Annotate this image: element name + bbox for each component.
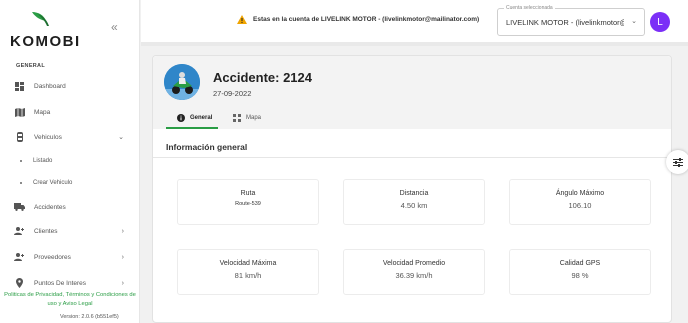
- top-bar-divider: [141, 42, 688, 46]
- accident-date: 27-09-2022: [213, 89, 252, 98]
- sidebar-item-label: Clientes: [34, 227, 58, 235]
- sidebar-item-label: Accidentes: [34, 203, 66, 211]
- sidebar-item-label: Mapa: [34, 108, 51, 116]
- section-divider: [153, 157, 671, 158]
- account-select-value: LIVELINK MOTOR - (livelinkmotor@mailinat…: [506, 18, 624, 27]
- settings-sliders-button[interactable]: [666, 150, 688, 174]
- stat-label: Velocidad Promedio: [382, 260, 446, 267]
- bullet-icon: [20, 182, 22, 184]
- sidebar-subitem-label: Listado: [33, 158, 53, 164]
- account-warning: Estas en la cuenta de LIVELINK MOTOR - (…: [237, 15, 479, 24]
- stat-value: 106.10: [568, 201, 592, 210]
- sidebar-subitem-listado[interactable]: Listado: [20, 155, 52, 167]
- sidebar-item-label: Vehiculos: [34, 133, 62, 141]
- stat-label: Ruta: [240, 190, 256, 197]
- stat-value: Route-539: [235, 201, 261, 207]
- pin-icon: [14, 278, 25, 288]
- stat-distancia: Distancia 4.50 km: [343, 179, 485, 225]
- info-icon: [177, 114, 185, 122]
- vehicle-image: [164, 64, 200, 100]
- tab-label: General: [190, 115, 213, 121]
- dashboard-icon: [14, 81, 25, 91]
- sidebar: KOMOBI « GENERAL Dashboard Mapa Vehiculo…: [0, 0, 140, 323]
- app-version: Version: 2.0.6 (b551ef5): [60, 314, 119, 320]
- account-select[interactable]: Cuenta seleccionada LIVELINK MOTOR - (li…: [497, 5, 645, 36]
- truck-icon: [14, 203, 25, 212]
- stat-value: 98 %: [571, 271, 589, 280]
- sidebar-section-label: GENERAL: [16, 63, 45, 69]
- stat-label: Velocidad Máxima: [219, 260, 277, 267]
- sidebar-item-label: Dashboard: [34, 82, 66, 90]
- people-icon: [14, 227, 25, 236]
- map-alt-icon: [233, 114, 241, 122]
- sidebar-item-puntos-de-interes[interactable]: Puntos De Interes ›: [14, 276, 130, 290]
- sidebar-item-proveedores[interactable]: Proveedores ›: [14, 250, 130, 264]
- stat-velocidad-promedio: Velocidad Promedio 36.39 km/h: [343, 249, 485, 295]
- brand-name: KOMOBI: [10, 33, 81, 50]
- people-icon: [14, 253, 25, 262]
- stat-label: Ángulo Máximo: [555, 190, 605, 197]
- stat-value: 4.50 km: [400, 201, 428, 210]
- tab-mapa[interactable]: Mapa: [233, 110, 261, 126]
- collapse-sidebar-icon[interactable]: «: [111, 20, 118, 34]
- tab-label: Mapa: [246, 115, 262, 121]
- sidebar-subitem-label: Crear Vehiculo: [33, 180, 73, 186]
- komobi-leaf-icon: [32, 12, 49, 26]
- section-title: Información general: [166, 142, 248, 152]
- top-bar: Estas en la cuenta de LIVELINK MOTOR - (…: [141, 0, 688, 42]
- sidebar-item-accidentes[interactable]: Accidentes: [14, 200, 130, 214]
- legal-links[interactable]: Politicas de Privacidad, Términos y Cond…: [0, 291, 140, 309]
- warning-icon: [237, 15, 247, 24]
- sidebar-subitem-crear-vehiculo[interactable]: Crear Vehiculo: [20, 177, 72, 189]
- vehicle-icon: [14, 132, 25, 142]
- komobi-logo[interactable]: KOMOBI: [6, 6, 79, 50]
- sidebar-item-label: Puntos De Interes: [34, 279, 87, 287]
- chevron-down-icon: ⌄: [631, 18, 637, 25]
- avatar[interactable]: L: [650, 12, 670, 32]
- sliders-icon: [673, 157, 683, 167]
- bullet-icon: [20, 160, 22, 162]
- page-title: Accidente: 2124: [213, 70, 312, 85]
- stat-velocidad-maxima: Velocidad Máxima 81 km/h: [177, 249, 319, 295]
- stat-label: Calidad GPS: [559, 260, 601, 267]
- stat-value: 36.39 km/h: [395, 271, 433, 280]
- stat-angulo-maximo: Ángulo Máximo 106.10: [509, 179, 651, 225]
- active-tab-indicator: [166, 127, 218, 129]
- sidebar-item-mapa[interactable]: Mapa: [14, 105, 130, 119]
- accident-card: Accidente: 2124 27-09-2022 General Mapa …: [152, 55, 672, 323]
- chevron-down-icon: ⌄: [118, 134, 124, 141]
- stat-value: 81 km/h: [234, 271, 262, 280]
- chevron-right-icon: ›: [121, 279, 124, 287]
- map-icon: [14, 107, 25, 117]
- accident-header: Accidente: 2124 27-09-2022 General Mapa: [153, 56, 671, 129]
- chevron-right-icon: ›: [121, 227, 124, 235]
- stat-label: Distancia: [399, 190, 429, 197]
- stat-calidad-gps: Calidad GPS 98 %: [509, 249, 651, 295]
- chevron-right-icon: ›: [121, 253, 124, 261]
- stat-ruta: Ruta Route-539: [177, 179, 319, 225]
- sidebar-item-dashboard[interactable]: Dashboard: [14, 79, 130, 93]
- account-warning-text: Estas en la cuenta de LIVELINK MOTOR - (…: [253, 16, 480, 23]
- sidebar-item-label: Proveedores: [34, 253, 71, 261]
- tab-general[interactable]: General: [177, 110, 212, 126]
- sidebar-item-vehiculos[interactable]: Vehiculos ⌄: [14, 130, 130, 144]
- sidebar-item-clientes[interactable]: Clientes ›: [14, 224, 130, 238]
- account-select-label: Cuenta seleccionada: [504, 5, 555, 11]
